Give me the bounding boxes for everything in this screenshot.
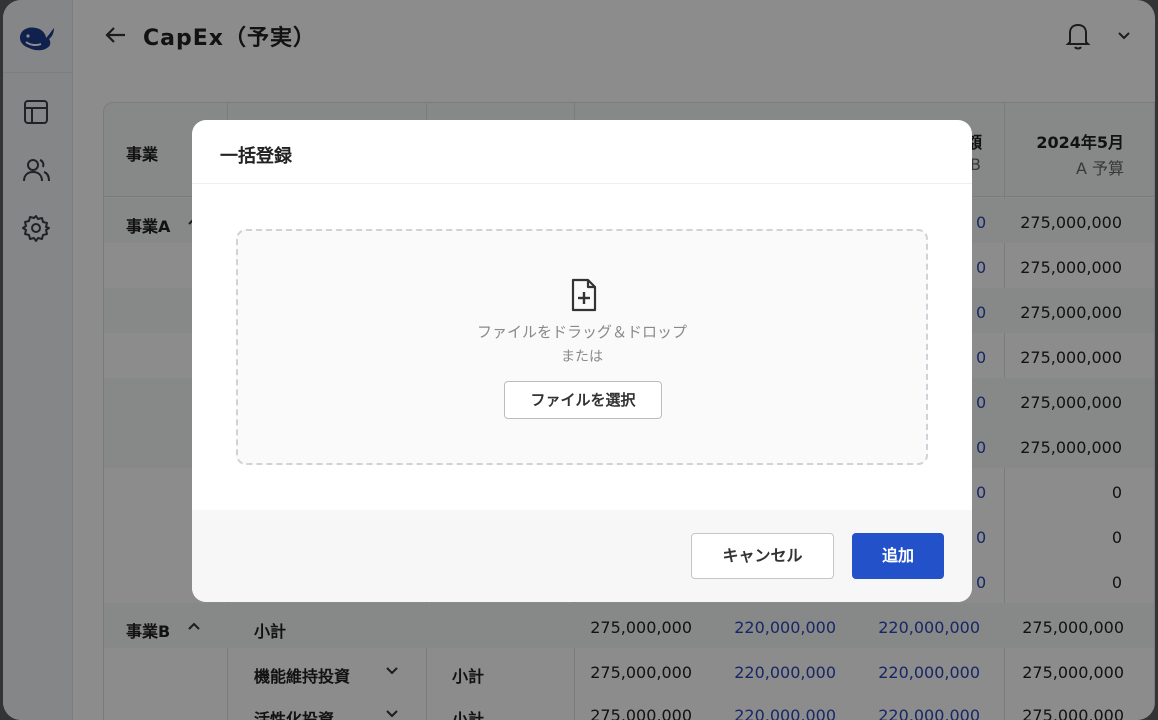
modal-title: 一括登録: [220, 146, 292, 167]
bulk-register-modal: 一括登録 ファイルをドラッグ＆ドロップ または ファイルを選択 キャンセル 追加: [192, 120, 972, 602]
file-add-icon: [571, 278, 597, 312]
modal-footer: キャンセル 追加: [192, 510, 972, 602]
select-file-button[interactable]: ファイルを選択: [504, 381, 662, 419]
modal-header: 一括登録: [192, 120, 972, 184]
add-button[interactable]: 追加: [852, 533, 944, 579]
cancel-button[interactable]: キャンセル: [691, 533, 834, 579]
drop-instruction: ファイルをドラッグ＆ドロップ: [476, 323, 687, 341]
file-dropzone[interactable]: ファイルをドラッグ＆ドロップ または ファイルを選択: [236, 229, 928, 465]
drop-or-text: または: [561, 349, 603, 365]
